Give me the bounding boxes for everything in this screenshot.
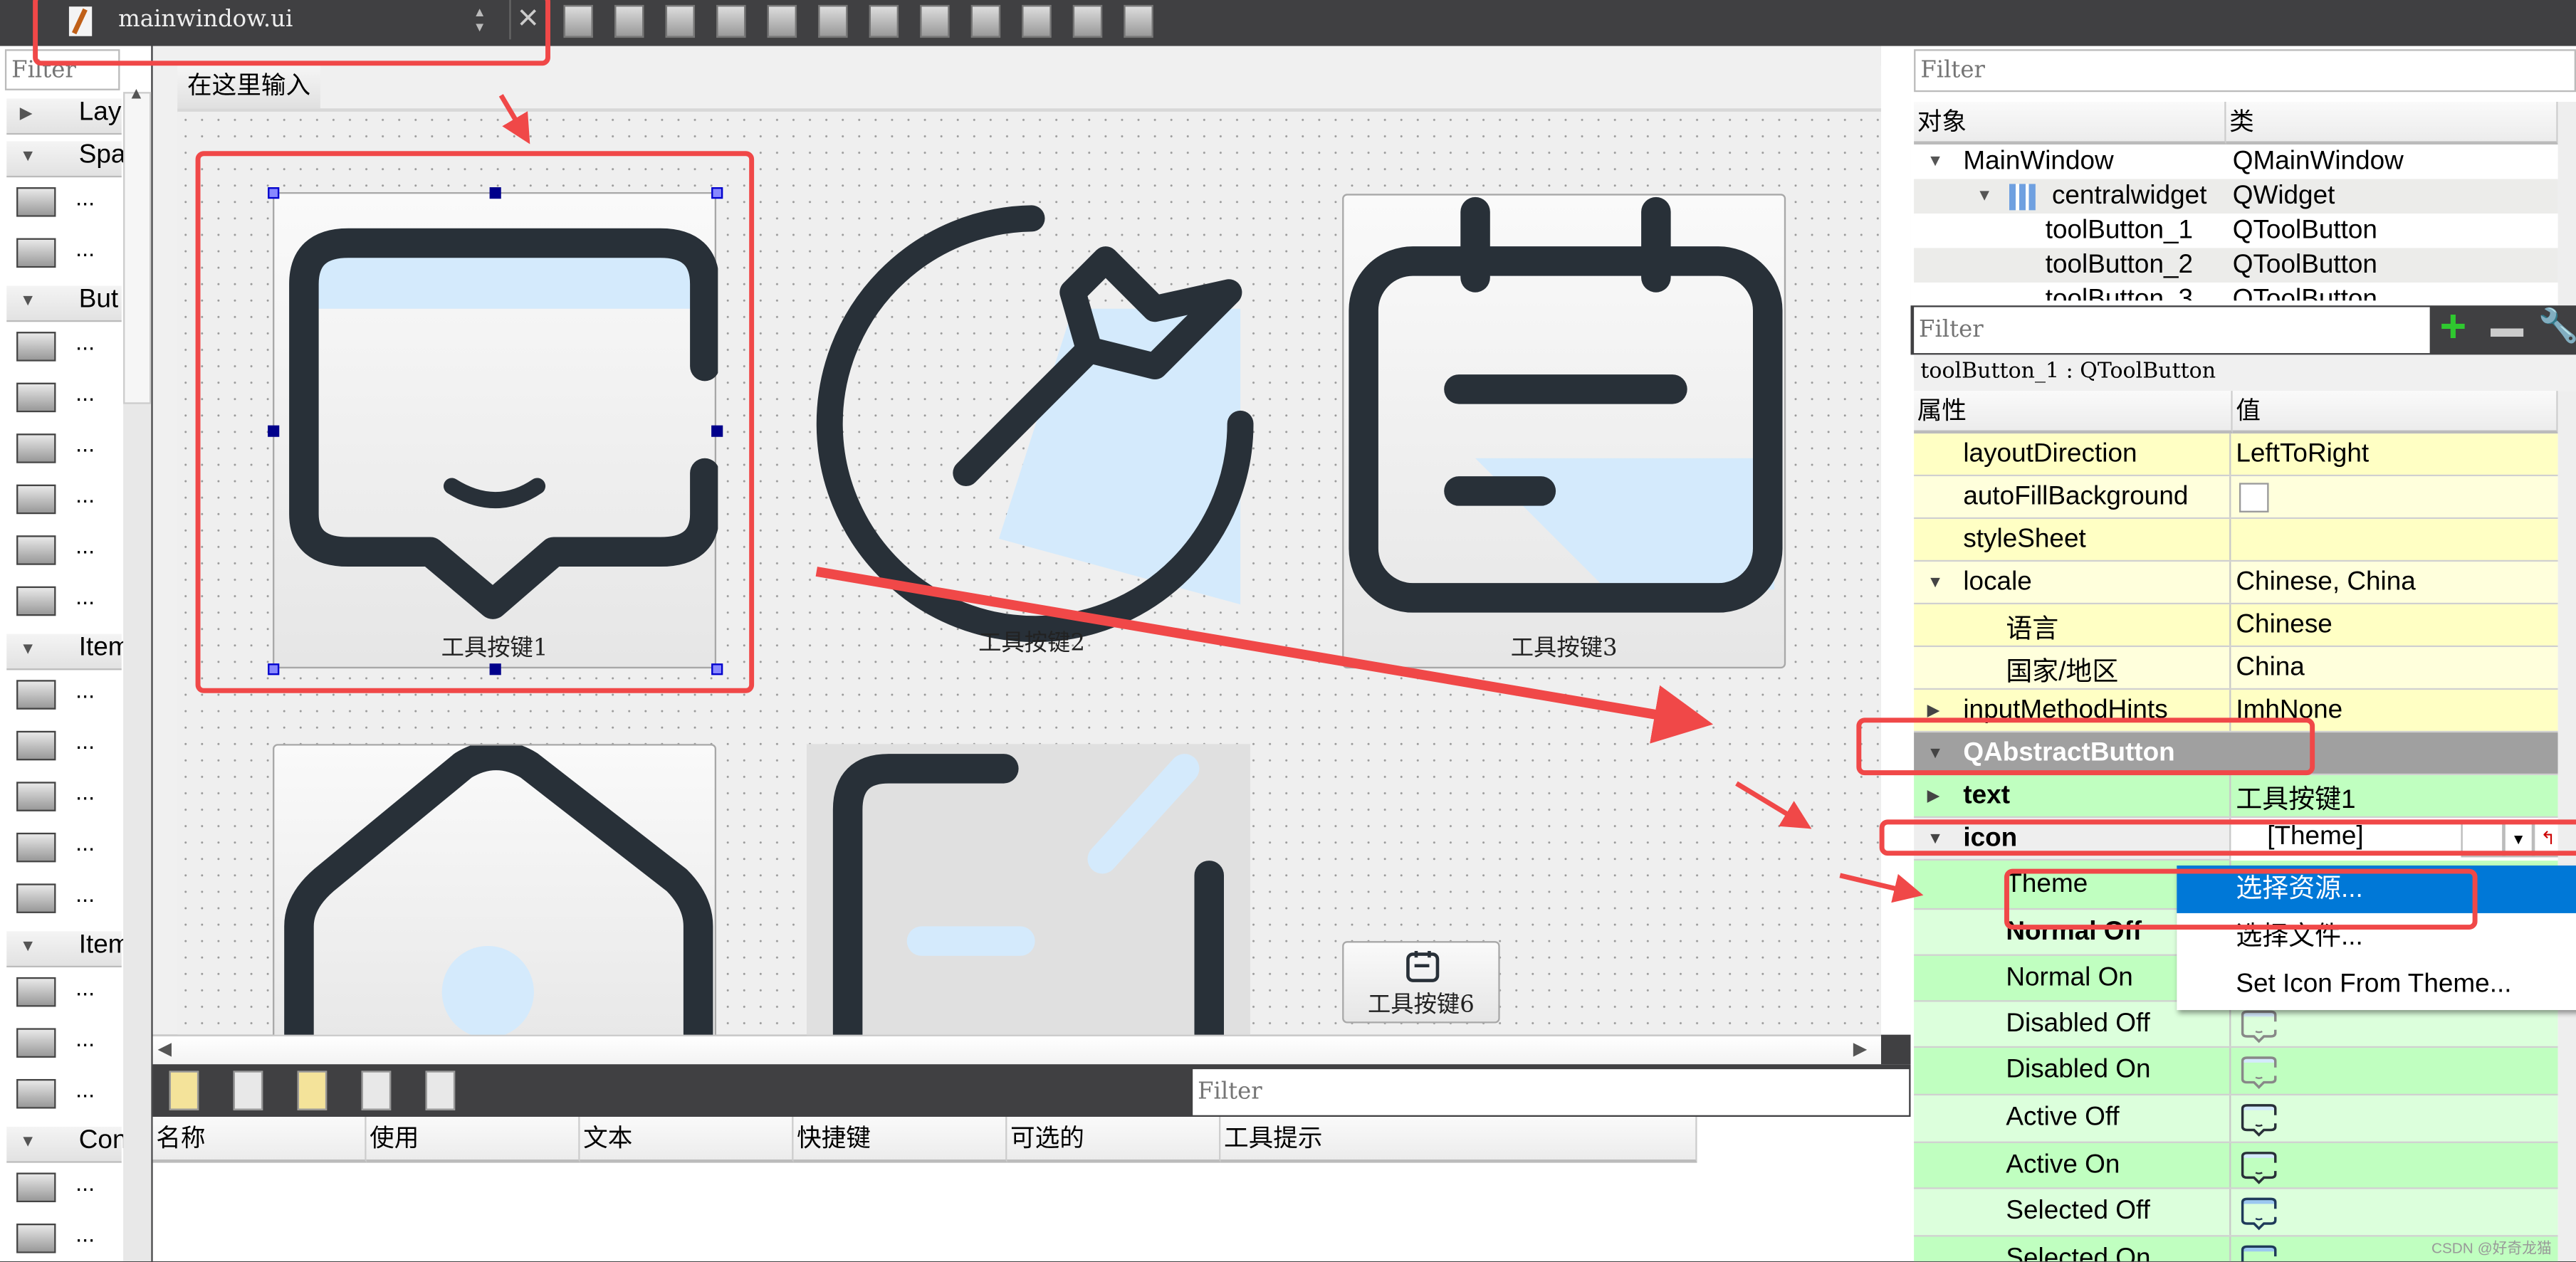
annotation-arrow [1735,781,1812,829]
annotation-arrow [815,567,1714,744]
annotation-arrow [1839,873,1924,903]
annotation-arrows [498,94,1924,903]
watermark: CSDN @好奇龙猫 [2431,1240,2552,1257]
annotation-arrow [498,94,530,144]
